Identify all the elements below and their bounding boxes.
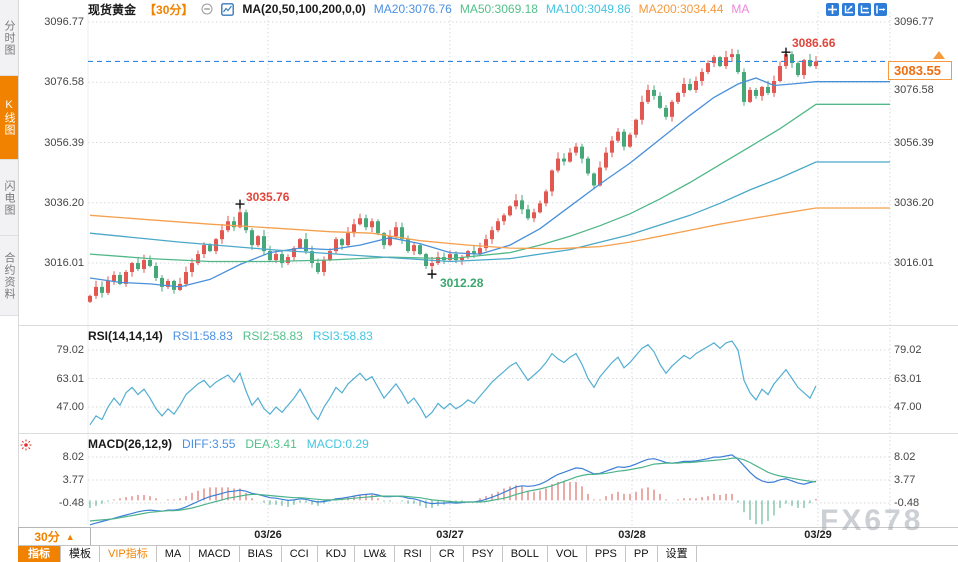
pan-right-icon[interactable] xyxy=(874,3,887,16)
toolbar-btn-vol[interactable]: VOL xyxy=(548,546,587,562)
toolbar-btn-ma[interactable]: MA xyxy=(157,546,191,562)
toolbar-btn-cci[interactable]: CCI xyxy=(282,546,318,562)
hot-indicator-icon xyxy=(20,438,32,456)
macd-y-label-left: 8.02 xyxy=(62,451,84,463)
rsi-y-label-right: 47.00 xyxy=(894,401,922,413)
rsi-y-label-right: 63.01 xyxy=(894,373,922,385)
macd-y-label-right: 8.02 xyxy=(894,451,916,463)
toolbar-btn-lw[interactable]: LW& xyxy=(355,546,396,562)
axis-scale-right-icon[interactable] xyxy=(858,3,871,16)
y-label-right: 3076.58 xyxy=(894,84,934,96)
toolbar-btn-cr[interactable]: CR xyxy=(431,546,464,562)
macd-y-label-left: 3.77 xyxy=(62,474,84,486)
rsi-header: RSI(14,14,14) RSI1:58.83 RSI2:58.83 RSI3… xyxy=(88,329,373,343)
rsi-y-label-right: 79.02 xyxy=(894,344,922,356)
toolbar-btn-indicator[interactable]: 指标 xyxy=(18,546,61,562)
y-label-right: 3036.20 xyxy=(894,197,934,209)
macd-header: MACD(26,12,9) DIFF:3.55 DEA:3.41 MACD:0.… xyxy=(88,437,369,451)
date-label: 03/28 xyxy=(618,529,646,541)
peak-annotation: 3086.66 xyxy=(792,36,836,50)
indicator-toolbar: 指标 模板 VIP指标 MA MACD BIAS CCI KDJ LW& RSI… xyxy=(18,545,958,562)
panel-separator xyxy=(18,325,958,326)
toolbar-btn-template[interactable]: 模板 xyxy=(61,546,100,562)
y-label-right: 3016.01 xyxy=(894,257,934,269)
toolbar-btn-bias[interactable]: BIAS xyxy=(240,546,282,562)
window-tools xyxy=(826,3,887,16)
chart-header: 现货黄金 【30分】 MA(20,50,100,200,0,0) MA20:30… xyxy=(88,1,749,17)
ma200-value: MA200:3034.44 xyxy=(638,2,724,16)
price-up-arrow xyxy=(933,51,945,59)
rsi-y-label-left: 47.00 xyxy=(56,401,84,413)
collapse-icon[interactable] xyxy=(201,3,213,15)
high-annotation: 3035.76 xyxy=(246,190,290,204)
sidebar-tab-contract-info[interactable]: 合约资料 xyxy=(0,236,18,316)
axis-scale-up-icon[interactable] xyxy=(842,3,855,16)
toolbar-btn-macd[interactable]: MACD xyxy=(190,546,240,562)
rsi1-value: RSI1:58.83 xyxy=(172,329,233,343)
ma100-value: MA100:3049.86 xyxy=(545,2,631,16)
sidebar-tab-timeline[interactable]: 分时图 xyxy=(0,0,18,76)
y-label-right: 3056.39 xyxy=(894,137,934,149)
toolbar-btn-psy[interactable]: PSY xyxy=(464,546,503,562)
ma-settings-label: MA(20,50,100,200,0,0) xyxy=(242,2,366,16)
ma50-value: MA50:3069.18 xyxy=(459,2,538,16)
ma-extra-label: MA xyxy=(731,2,750,16)
toolbar-btn-settings[interactable]: 设置 xyxy=(658,546,697,562)
crosshair-icon[interactable] xyxy=(826,3,839,16)
y-label-left: 3036.20 xyxy=(44,197,84,209)
diff-value: DIFF:3.55 xyxy=(182,437,236,451)
y-label-left: 3056.39 xyxy=(44,137,84,149)
date-label: 03/27 xyxy=(436,529,464,541)
trading-app-window: 分时图 K线图 闪电图 合约资料 现货黄金 【30分】 MA(20,50,100… xyxy=(0,0,958,562)
rsi2-value: RSI2:58.83 xyxy=(242,329,303,343)
sidebar-tab-flash[interactable]: 闪电图 xyxy=(0,160,18,236)
rsi-settings-label: RSI(14,14,14) xyxy=(88,329,163,343)
period-label: 【30分】 xyxy=(144,2,194,17)
period-value: 30分 xyxy=(34,530,60,544)
rsi-y-label-left: 63.01 xyxy=(56,373,84,385)
toolbar-btn-rsi[interactable]: RSI xyxy=(395,546,431,562)
dea-value: DEA:3.41 xyxy=(245,437,297,451)
period-selector[interactable]: 30分 ▲ xyxy=(18,527,91,546)
low-annotation: 3012.28 xyxy=(440,276,484,290)
y-label-left: 3076.58 xyxy=(44,76,84,88)
dropdown-arrow-icon: ▲ xyxy=(65,531,75,542)
toolbar-btn-pp[interactable]: PP xyxy=(626,546,658,562)
y-label-right: 3096.77 xyxy=(894,16,934,28)
current-price-tag: 3083.55 xyxy=(888,61,952,80)
y-label-left: 3096.77 xyxy=(44,16,84,28)
y-label-left: 3016.01 xyxy=(44,257,84,269)
panel-separator xyxy=(18,433,958,434)
rsi3-value: RSI3:58.83 xyxy=(312,329,373,343)
macd-y-label-right: 3.77 xyxy=(894,474,916,486)
fx678-watermark: FX678 xyxy=(820,504,924,537)
toolbar-btn-boll[interactable]: BOLL xyxy=(503,546,548,562)
date-label: 03/26 xyxy=(254,529,282,541)
left-sidebar: 分时图 K线图 闪电图 合约资料 xyxy=(0,0,19,562)
macd-y-label-left: -0.48 xyxy=(58,497,84,509)
chart-type-icon[interactable] xyxy=(221,2,235,16)
toolbar-btn-kdj[interactable]: KDJ xyxy=(318,546,356,562)
toolbar-filler xyxy=(697,546,958,562)
rsi-y-label-left: 79.02 xyxy=(56,344,84,356)
macd-settings-label: MACD(26,12,9) xyxy=(88,437,173,451)
toolbar-btn-vip-indicator[interactable]: VIP指标 xyxy=(100,546,157,562)
toolbar-btn-pps[interactable]: PPS xyxy=(587,546,626,562)
macd-value: MACD:0.29 xyxy=(306,437,369,451)
ma20-value: MA20:3076.76 xyxy=(373,2,452,16)
sidebar-tab-kline[interactable]: K线图 xyxy=(0,76,18,160)
instrument-title: 现货黄金 xyxy=(88,2,137,17)
